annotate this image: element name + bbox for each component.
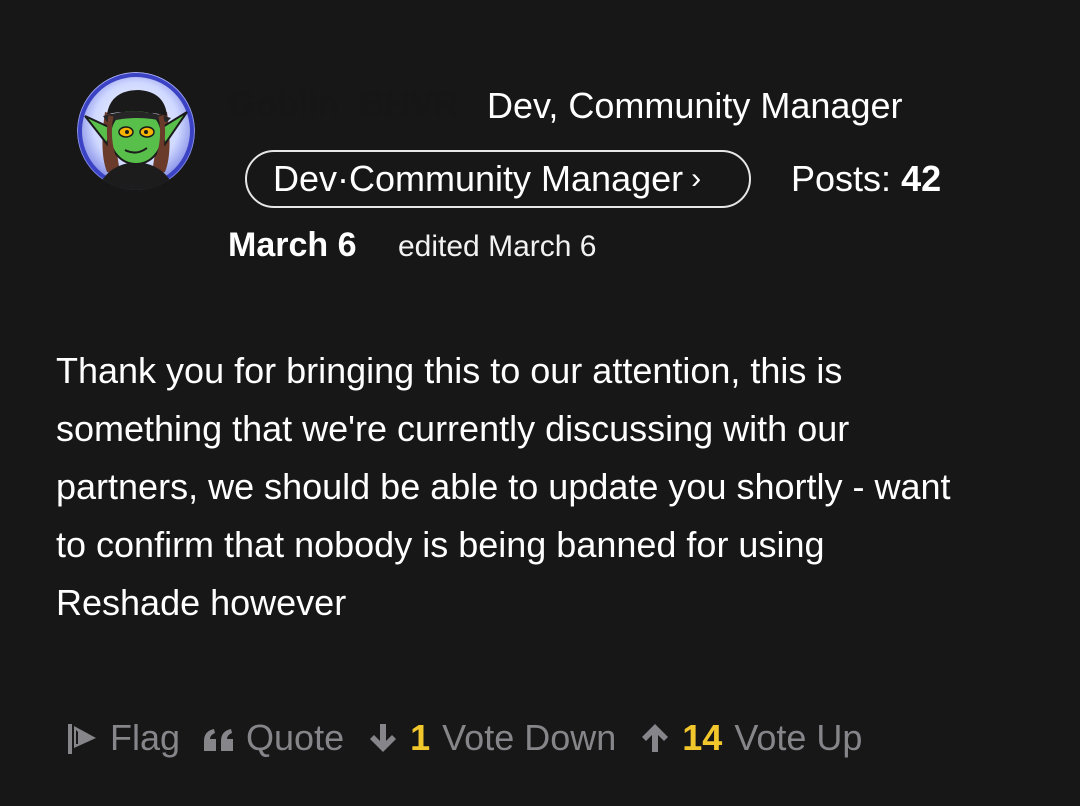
author-username[interactable]: Goblin_BHVR — [228, 82, 459, 126]
post-body: Thank you for bringing this to our atten… — [56, 342, 1046, 632]
post-body-line: Reshade however — [56, 582, 347, 623]
vote-down-button[interactable]: 1 Vote Down — [366, 717, 616, 759]
vote-down-count: 1 — [410, 717, 431, 758]
chevron-right-icon: › — [691, 162, 702, 195]
post-body-line: Thank you for bringing this to our atten… — [56, 350, 843, 391]
post-body-line: something that we're currently discussin… — [56, 408, 850, 449]
flag-label: Flag — [110, 717, 181, 758]
edited-date: edited March 6 — [398, 230, 597, 263]
post-body-line: partners, we should be able to update yo… — [56, 466, 951, 507]
goblin-avatar-icon[interactable] — [77, 72, 195, 190]
posts-label: Posts: — [791, 158, 892, 199]
posts-count: 42 — [901, 158, 942, 199]
vote-up-label: Vote Up — [734, 717, 863, 758]
quote-label: Quote — [246, 717, 345, 758]
post-date[interactable]: March 6 — [228, 224, 357, 266]
vote-up-count: 14 — [682, 717, 723, 758]
post-actions: Flag Quote 1 Vote Down 14 Vote Up — [64, 710, 884, 766]
posts-count-stat: Posts: 42 — [791, 157, 941, 201]
role-badge-label: Dev·Community Manager — [273, 158, 684, 199]
vote-down-label: Vote Down — [442, 717, 617, 758]
quote-icon — [202, 723, 236, 753]
forum-post: Goblin_BHVR Dev, Community Manager Dev·C… — [0, 0, 1080, 806]
role-badge[interactable]: Dev·Community Manager › — [245, 150, 751, 208]
arrow-down-icon — [366, 721, 400, 755]
arrow-up-icon — [638, 721, 672, 755]
vote-up-button[interactable]: 14 Vote Up — [638, 717, 862, 759]
flag-icon — [64, 720, 100, 756]
author-title: Dev, Community Manager — [487, 85, 903, 126]
flag-button[interactable]: Flag — [64, 717, 180, 759]
post-body-line: to confirm that nobody is being banned f… — [56, 524, 825, 565]
quote-button[interactable]: Quote — [202, 717, 344, 759]
